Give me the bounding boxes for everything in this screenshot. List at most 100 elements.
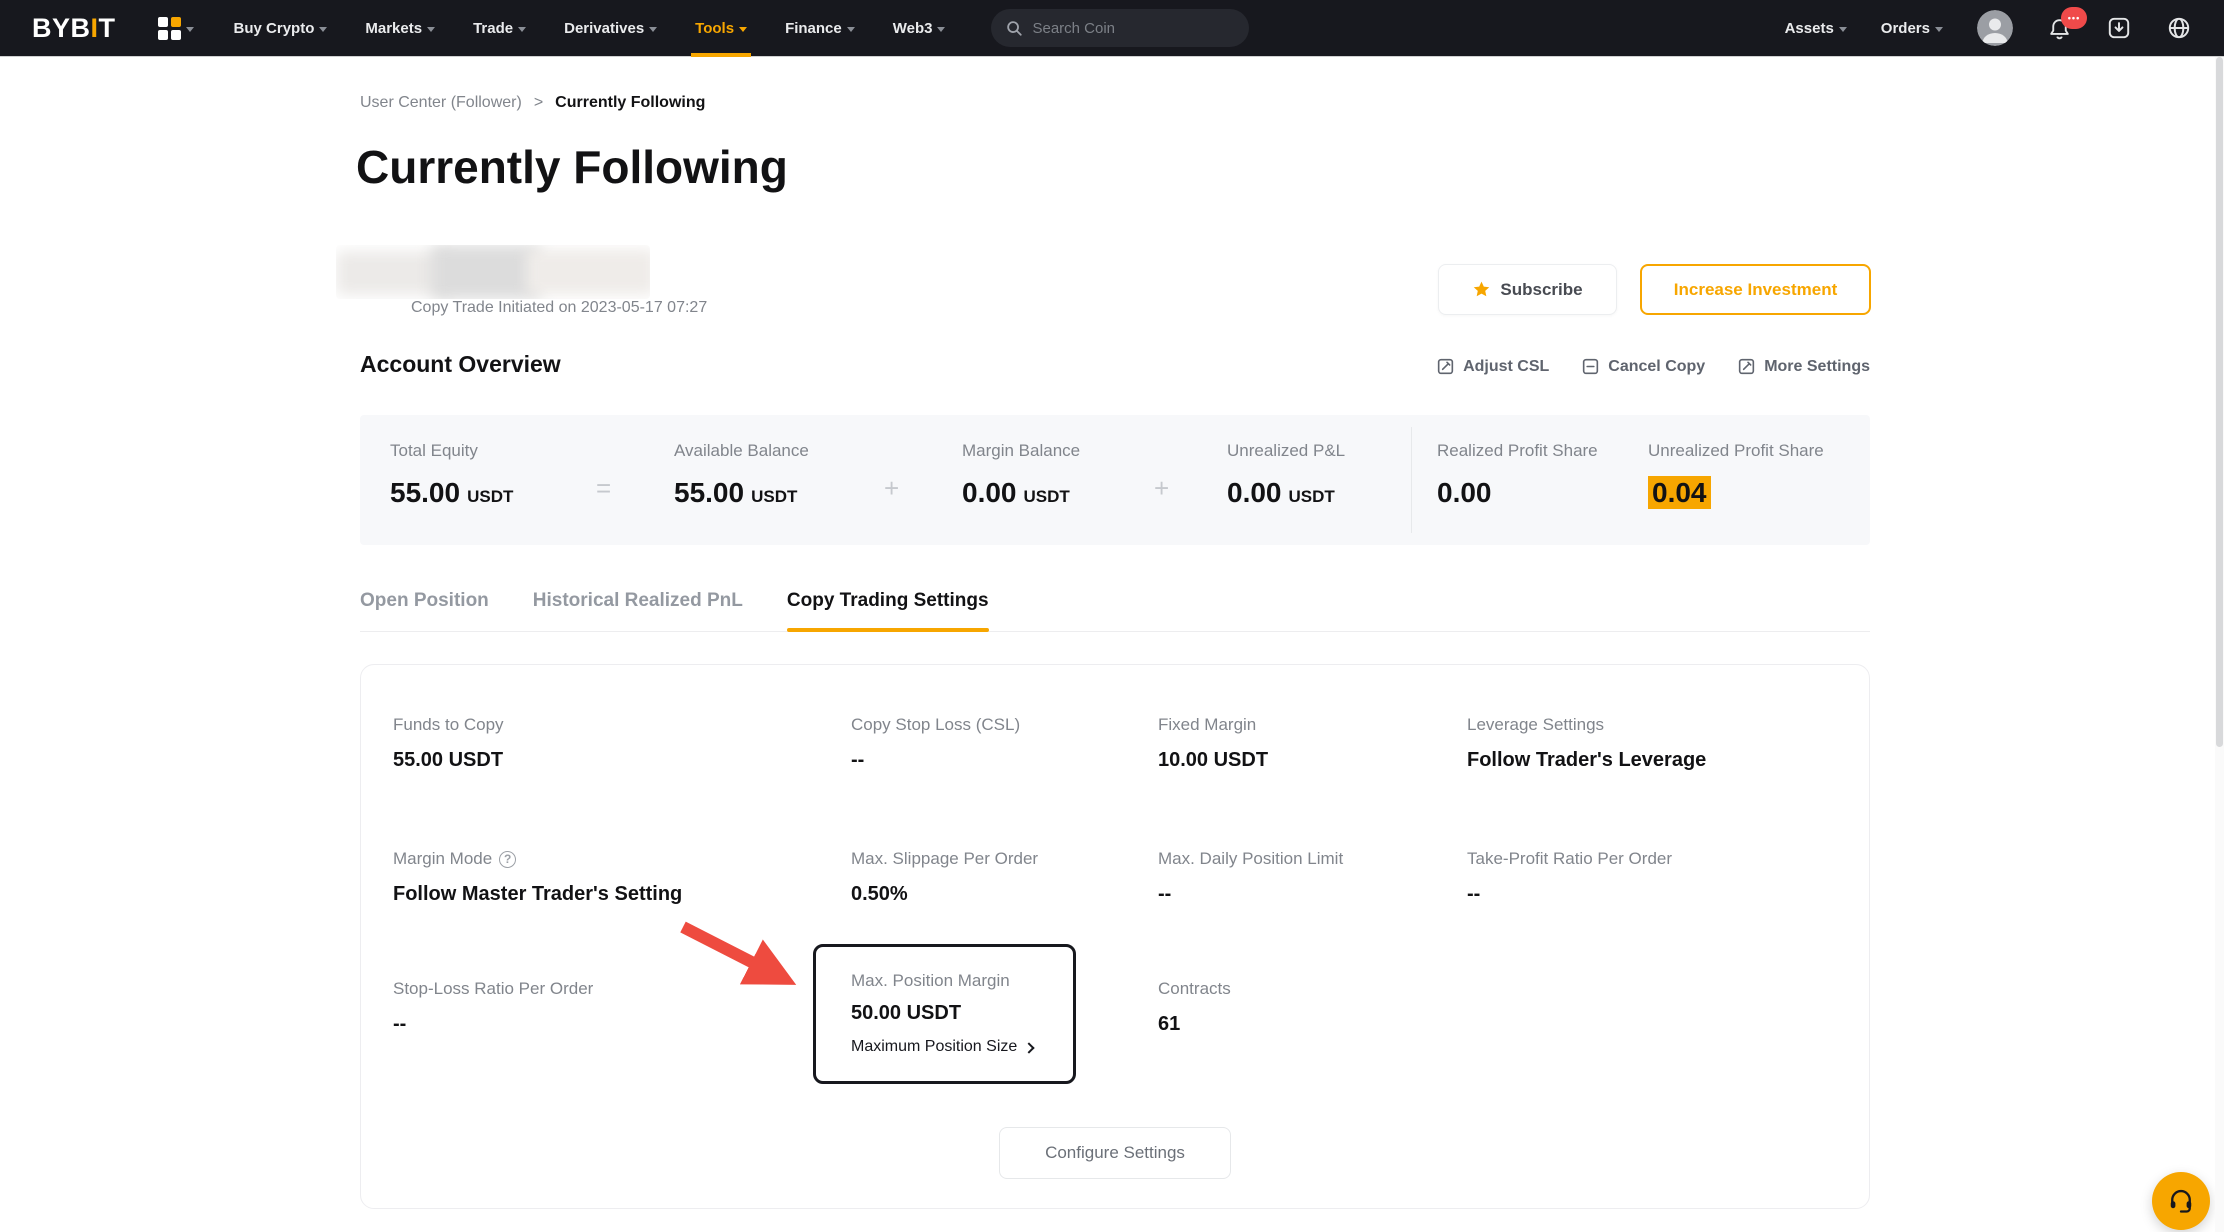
breadcrumb-parent-link[interactable]: User Center (Follower): [360, 94, 522, 112]
nav-item-tools[interactable]: Tools: [695, 0, 747, 57]
user-avatar[interactable]: [1977, 10, 2013, 46]
field-value: --: [1158, 883, 1343, 906]
tab-label: Open Position: [360, 590, 489, 611]
plus-operator: +: [1154, 473, 1169, 504]
chevron-down-icon: [518, 27, 526, 32]
search-bar[interactable]: [991, 9, 1249, 47]
field-label: Stop-Loss Ratio Per Order: [393, 979, 593, 999]
bybit-logo[interactable]: BYBIT: [32, 13, 116, 44]
tab-historical-realized-pnl[interactable]: Historical Realized PnL: [533, 585, 743, 631]
tab-open-position[interactable]: Open Position: [360, 585, 489, 631]
field-label: Funds to Copy: [393, 715, 504, 735]
field-max-slippage: Max. Slippage Per Order 0.50%: [851, 849, 1038, 906]
more-settings-button[interactable]: More Settings: [1737, 357, 1870, 376]
subscribe-label: Subscribe: [1500, 280, 1582, 300]
minus-square-icon: [1581, 357, 1600, 376]
star-icon: [1472, 280, 1491, 299]
nav-item-label: Tools: [695, 20, 734, 37]
equals-operator: =: [596, 473, 611, 504]
subscribe-button[interactable]: Subscribe: [1438, 264, 1617, 315]
stat-number: 0.00: [1437, 477, 1492, 508]
adjust-csl-button[interactable]: Adjust CSL: [1436, 357, 1549, 376]
stats-divider: [1411, 427, 1412, 533]
nav-item-label: Assets: [1785, 20, 1834, 37]
field-label: Copy Stop Loss (CSL): [851, 715, 1020, 735]
stat-unit: USDT: [1289, 487, 1335, 506]
notification-badge: •••: [2061, 7, 2087, 29]
nav-item-orders[interactable]: Orders: [1881, 0, 1943, 57]
nav-item-label: Finance: [785, 20, 842, 37]
globe-icon: [2166, 15, 2192, 41]
field-value: 10.00 USDT: [1158, 749, 1268, 772]
chevron-down-icon: [319, 27, 327, 32]
field-funds-to-copy: Funds to Copy 55.00 USDT: [393, 715, 504, 772]
stat-label: Total Equity: [390, 441, 478, 461]
top-nav: BYBIT Buy Crypto Markets Trade Derivativ…: [0, 0, 2224, 57]
apps-grid-menu[interactable]: [158, 17, 194, 40]
field-value: 50.00 USDT: [851, 1002, 1073, 1025]
chevron-down-icon: [739, 27, 747, 32]
maximum-position-size-label: Maximum Position Size: [851, 1038, 1017, 1056]
search-input[interactable]: [1032, 20, 1212, 37]
nav-item-assets[interactable]: Assets: [1785, 0, 1847, 57]
plus-operator: +: [884, 473, 899, 504]
chevron-down-icon: [186, 27, 194, 32]
nav-item-finance[interactable]: Finance: [785, 0, 855, 57]
field-value: 0.50%: [851, 883, 1038, 906]
account-overview-actions: Adjust CSL Cancel Copy More Settings: [1436, 357, 1870, 376]
adjust-csl-label: Adjust CSL: [1463, 358, 1549, 376]
notifications-button[interactable]: •••: [2047, 16, 2072, 41]
scrollbar-thumb[interactable]: [2216, 57, 2223, 747]
field-take-profit-ratio: Take-Profit Ratio Per Order --: [1467, 849, 1672, 906]
logo-text: BYB: [32, 13, 91, 43]
max-position-margin-box: Max. Position Margin 50.00 USDT Maximum …: [813, 944, 1076, 1084]
nav-item-web3[interactable]: Web3: [893, 0, 946, 57]
stat-label: Available Balance: [674, 441, 809, 461]
stat-value: 0.04: [1648, 477, 1711, 509]
language-button[interactable]: [2166, 15, 2192, 41]
stat-label: Margin Balance: [962, 441, 1080, 461]
nav-item-label: Orders: [1881, 20, 1930, 37]
download-app-button[interactable]: [2106, 15, 2132, 41]
nav-item-derivatives[interactable]: Derivatives: [564, 0, 657, 57]
chevron-down-icon: [1935, 27, 1943, 32]
field-value: --: [393, 1013, 593, 1036]
field-margin-mode: Margin Mode? Follow Master Trader's Sett…: [393, 849, 682, 906]
field-label: Max. Daily Position Limit: [1158, 849, 1343, 869]
help-icon[interactable]: ?: [499, 851, 516, 868]
tab-label: Copy Trading Settings: [787, 590, 989, 611]
active-tab-underline: [787, 628, 989, 632]
field-value: --: [1467, 883, 1672, 906]
nav-right: Assets Orders •••: [1785, 0, 2192, 57]
support-chat-button[interactable]: [2152, 1172, 2210, 1230]
cancel-copy-button[interactable]: Cancel Copy: [1581, 357, 1705, 376]
stat-number-highlighted: 0.04: [1648, 476, 1711, 509]
configure-settings-button[interactable]: Configure Settings: [999, 1127, 1231, 1179]
field-max-daily-position-limit: Max. Daily Position Limit --: [1158, 849, 1343, 906]
main-menu: Buy Crypto Markets Trade Derivatives Too…: [234, 0, 946, 57]
nav-item-trade[interactable]: Trade: [473, 0, 526, 57]
field-label: Max. Slippage Per Order: [851, 849, 1038, 869]
maximum-position-size-link[interactable]: Maximum Position Size: [851, 1038, 1073, 1056]
field-label: Take-Profit Ratio Per Order: [1467, 849, 1672, 869]
stat-value: 55.00USDT: [390, 477, 513, 509]
chevron-down-icon: [427, 27, 435, 32]
page-scrollbar[interactable]: [2215, 57, 2224, 1232]
stat-label: Unrealized Profit Share: [1648, 441, 1824, 461]
chevron-down-icon: [937, 27, 945, 32]
field-label: Fixed Margin: [1158, 715, 1268, 735]
stat-unit: USDT: [1024, 487, 1070, 506]
field-value: 55.00 USDT: [393, 749, 504, 772]
nav-item-label: Derivatives: [564, 20, 644, 37]
nav-item-label: Buy Crypto: [234, 20, 315, 37]
stat-value: 0.00USDT: [962, 477, 1070, 509]
more-settings-label: More Settings: [1764, 358, 1870, 376]
increase-investment-button[interactable]: Increase Investment: [1640, 264, 1871, 315]
field-label: Leverage Settings: [1467, 715, 1706, 735]
nav-item-markets[interactable]: Markets: [365, 0, 435, 57]
tab-copy-trading-settings[interactable]: Copy Trading Settings: [787, 585, 989, 631]
stat-unit: USDT: [467, 487, 513, 506]
nav-item-buy-crypto[interactable]: Buy Crypto: [234, 0, 328, 57]
headset-icon: [2167, 1187, 2195, 1215]
field-value: Follow Master Trader's Setting: [393, 883, 682, 906]
